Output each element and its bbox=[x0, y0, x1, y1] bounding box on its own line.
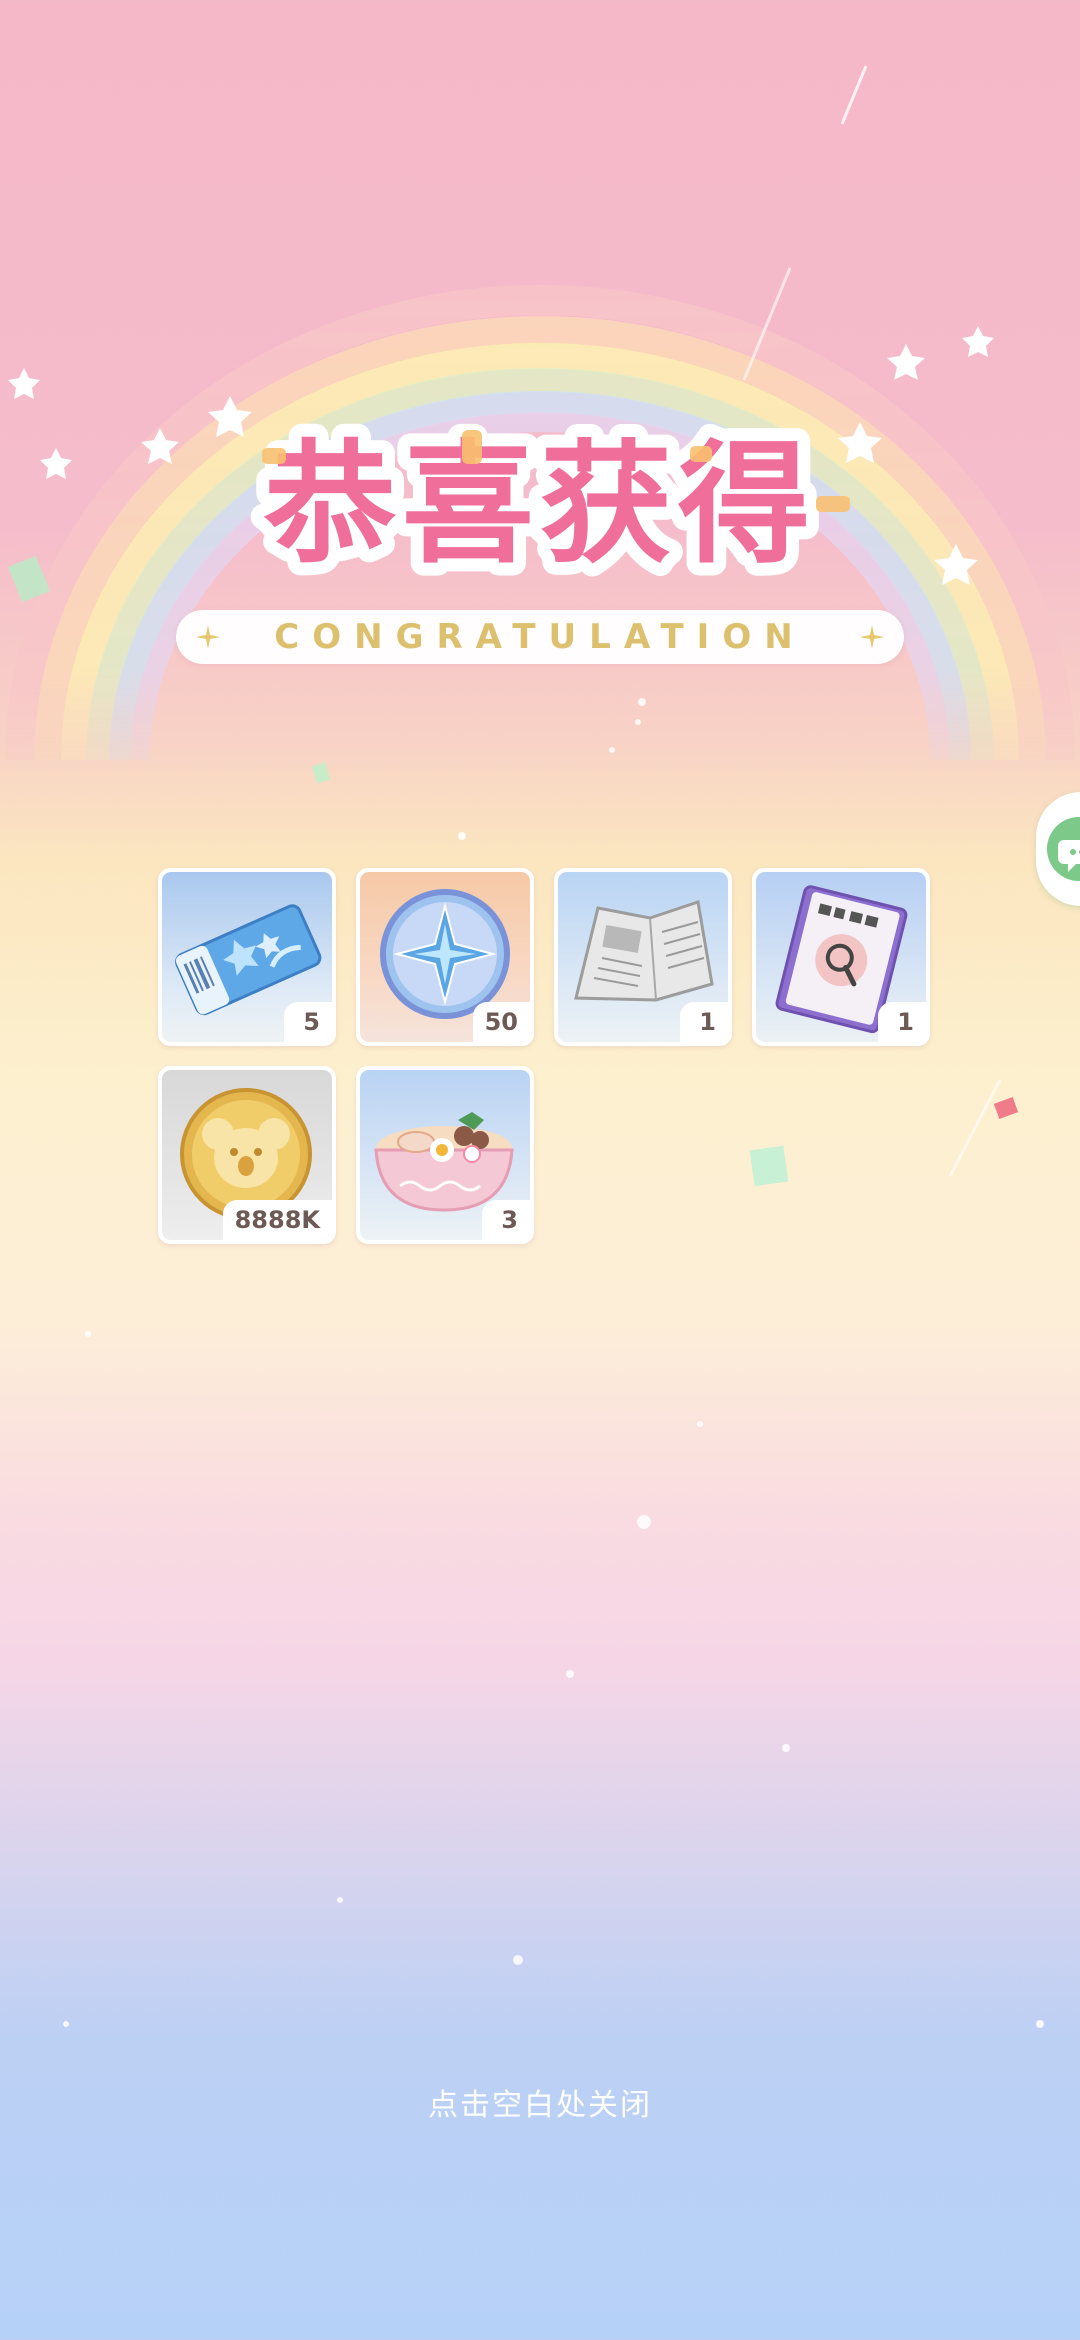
item-count: 3 bbox=[482, 1200, 530, 1240]
chat-float-button[interactable] bbox=[1036, 792, 1080, 906]
item-count: 5 bbox=[284, 1002, 332, 1042]
title-graphic: 恭喜获得 恭喜获得 bbox=[250, 415, 850, 595]
reward-title-banner: 恭喜获得 恭喜获得 bbox=[0, 400, 1080, 620]
page-title-fill: 恭喜获得 bbox=[263, 428, 816, 582]
sparkle-icon bbox=[196, 625, 220, 649]
reward-item[interactable]: 1 bbox=[752, 868, 930, 1046]
reward-item[interactable]: 5 bbox=[158, 868, 336, 1046]
chat-bubble-icon[interactable] bbox=[1046, 816, 1080, 882]
congratulation-subtitle: CONGRATULATION bbox=[274, 617, 806, 657]
reward-item[interactable]: 8888K bbox=[158, 1066, 336, 1244]
reward-item[interactable]: 3 bbox=[356, 1066, 534, 1244]
item-count: 50 bbox=[472, 1002, 530, 1042]
item-count: 1 bbox=[680, 1002, 728, 1042]
reward-item[interactable]: 1 bbox=[554, 868, 732, 1046]
reward-item[interactable]: 50 bbox=[356, 868, 534, 1046]
congratulation-banner: CONGRATULATION bbox=[176, 610, 904, 664]
reward-item-grid: 5 50 1 1 8888K 3 bbox=[158, 868, 930, 1244]
item-count: 1 bbox=[878, 1002, 926, 1042]
item-count: 8888K bbox=[222, 1200, 332, 1240]
close-hint-text[interactable]: 点击空白处关闭 bbox=[0, 2080, 1080, 2124]
sparkle-icon bbox=[860, 625, 884, 649]
reward-popup-screen[interactable]: 恭喜获得 恭喜获得 CONGRATULATION 5 50 1 1 8888K … bbox=[0, 0, 1080, 2340]
